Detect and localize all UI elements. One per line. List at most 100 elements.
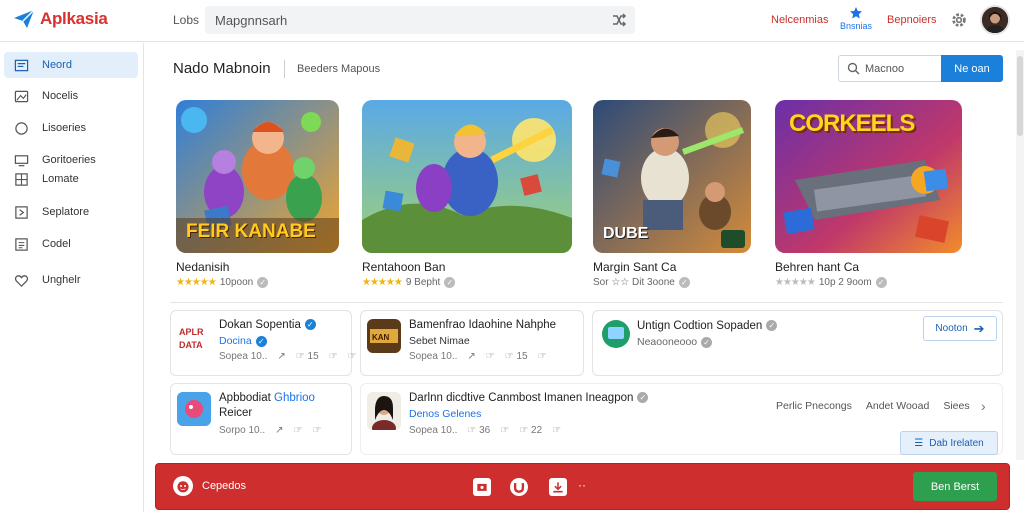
verified-icon: ✓ xyxy=(875,277,887,288)
heart-icon xyxy=(14,274,28,287)
sidebar-item-help[interactable]: Unghelr xyxy=(4,267,138,293)
app-icon: APLR DATA xyxy=(177,321,211,355)
shuffle-icon[interactable] xyxy=(611,12,627,28)
search-input[interactable]: Mapgnnsarh xyxy=(215,13,287,28)
section-divider xyxy=(170,302,1003,303)
card-thumbnail[interactable] xyxy=(362,100,572,253)
media-icon xyxy=(477,483,487,491)
verified-icon: ✓ xyxy=(444,277,456,288)
svg-text:KAN: KAN xyxy=(372,333,390,342)
related-link[interactable]: Siees xyxy=(943,400,969,412)
featured-card[interactable]: FEIR KANABE Nedanisih ★★★★★ 10poon ✓ xyxy=(176,100,339,288)
stat-downloads: Sopea 10.. xyxy=(219,351,268,362)
list-item[interactable]: APLR DATA Dokan Sopentia ✓ Docina ✓ Sopea 1… xyxy=(170,310,357,376)
stat-likes: ☞ xyxy=(293,425,303,436)
sidebar-item-libraries[interactable]: Lisoeries xyxy=(4,115,138,141)
card-thumbnail[interactable]: DUBE xyxy=(593,100,751,253)
nav-link-notifications[interactable]: Nelcenmias xyxy=(771,14,828,26)
stat-downloads: Sopea 10.. xyxy=(409,425,458,436)
rating-stars: ★★★★★ xyxy=(176,277,217,288)
stat-likes: ☞ 15 xyxy=(504,351,528,362)
avatar[interactable] xyxy=(980,5,1010,35)
follow-button[interactable]: Nooton ➔ xyxy=(923,316,997,341)
search-bar[interactable]: Mapgnnsarh xyxy=(205,6,635,34)
bottom-bar-label: Cepedos xyxy=(202,480,247,492)
sidebar-item-label: Nocelis xyxy=(42,90,79,102)
stat-share: ☞ xyxy=(500,425,510,436)
label-button[interactable]: ☰ Dab Irelaten xyxy=(900,431,998,455)
photo-icon xyxy=(14,90,28,102)
title-divider xyxy=(284,60,285,78)
chevron-right-icon[interactable]: › xyxy=(981,398,986,414)
verified-icon: ✓ xyxy=(678,277,690,288)
sidebar-item-separators[interactable]: Seplatore xyxy=(4,199,138,225)
star-icon xyxy=(850,7,862,19)
game-thumbnail-icon: KAN xyxy=(367,319,401,353)
stat-a: ☞ xyxy=(328,351,338,362)
more-dots-icon[interactable]: ·· xyxy=(578,478,586,492)
download-control-button[interactable] xyxy=(549,478,567,496)
filter-placeholder: Macnoo xyxy=(865,63,905,75)
related-link[interactable]: Perlic Pnecongs xyxy=(776,400,852,412)
share-icon xyxy=(14,205,28,219)
card-meta: 10poon xyxy=(219,277,254,288)
featured-card[interactable]: DUBE Margin Sant Ca Sor ☆☆ Dit 3oone ✓ xyxy=(593,100,751,288)
alien-face-icon xyxy=(177,481,189,493)
filter-button[interactable]: Ne oan xyxy=(941,55,1003,82)
sidebar-item-label: Lisoeries xyxy=(42,122,87,134)
document-icon xyxy=(14,237,28,251)
sidebar-item-local[interactable]: Lomate xyxy=(4,166,138,192)
sidebar-item-label: Neord xyxy=(42,59,72,71)
play-control-button[interactable] xyxy=(473,478,491,496)
reaction-control-button[interactable] xyxy=(510,478,528,496)
reddit-icon[interactable] xyxy=(173,476,193,496)
nav-link-reports[interactable]: Bepnoiers xyxy=(887,14,937,26)
sidebar-item-code[interactable]: Codel xyxy=(4,231,138,257)
stat-share: ↗ xyxy=(275,425,284,436)
related-links: Perlic Pnecongs Andet Wooad Siees xyxy=(776,400,970,412)
card-title: Rentahoon Ban xyxy=(362,260,446,274)
stat-more: ☞ xyxy=(552,425,562,436)
scrollbar-thumb[interactable] xyxy=(1017,56,1023,136)
sidebar-item-models[interactable]: Nocelis xyxy=(4,83,138,109)
filter-input[interactable]: Macnoo xyxy=(838,55,942,82)
list-item[interactable]: KAN Bamenfrao Idaohine Nahphe Sebet Nima… xyxy=(360,310,584,376)
featured-card[interactable]: CORKEELS Behren hant Ca ★★★★★ 10p 2 9oom ✓ xyxy=(775,100,962,288)
card-art-title: CORKEELS xyxy=(789,110,915,137)
sidebar-item-label: Lomate xyxy=(42,173,79,185)
verified-icon: ✓ xyxy=(304,319,316,331)
primary-cta-button[interactable]: Ben Berst xyxy=(913,472,997,501)
magnet-icon xyxy=(513,483,525,493)
sidebar-item-label: Seplatore xyxy=(42,206,90,218)
page-subtitle-links[interactable]: Beeders Mapous xyxy=(297,63,380,75)
card-thumbnail[interactable]: FEIR KANABE xyxy=(176,100,339,253)
rating-stars: ★★★★★ xyxy=(775,277,816,288)
arrow-right-icon: ➔ xyxy=(973,320,985,336)
verified-icon: ✓ xyxy=(766,320,778,332)
item-title: Bamenfrao Idaohine Nahphe xyxy=(409,319,557,331)
page-title: Nado Mabnoin xyxy=(173,60,271,77)
verified-icon: ✓ xyxy=(255,335,267,347)
card-art-title: FEIR KANABE xyxy=(186,221,316,242)
svg-text:DATA: DATA xyxy=(179,340,203,350)
item-subtitle[interactable]: Denos Gelenes xyxy=(409,408,481,420)
list-item[interactable]: Apbbodiat Ghbrioo Reicer Sorpo 10.. ↗ ☞ … xyxy=(170,383,352,455)
featured-card[interactable]: Rentahoon Ban ★★★★★ 9 Bepht ✓ xyxy=(362,100,572,288)
item-stats: Sopea 10.. ↗ ☞ ☞ 15 ☞ xyxy=(409,351,547,362)
sidebar-item-home[interactable]: Neord xyxy=(4,52,138,78)
logo[interactable]: Aplkasia xyxy=(12,7,108,31)
stat-downloads: Sorpo 10.. xyxy=(219,425,266,436)
item-tag-link[interactable]: Ghbrioo xyxy=(274,392,315,404)
header-label[interactable]: Lobs xyxy=(173,13,199,27)
related-link[interactable]: Andet Wooad xyxy=(866,400,929,412)
gear-icon[interactable] xyxy=(950,11,968,29)
nav-favorites[interactable]: Bnsnias xyxy=(838,6,874,31)
card-meta: 10p 2 9oom xyxy=(818,277,872,288)
item-stats: Sorpo 10.. ↗ ☞ ☞ xyxy=(219,425,321,436)
card-thumbnail[interactable]: CORKEELS xyxy=(775,100,962,253)
stat-a: ☞ xyxy=(312,425,322,436)
item-title: Apbbodiat Ghbrioo xyxy=(219,392,315,404)
item-subtitle: Docina ✓ xyxy=(219,335,267,347)
card-meta: Sor ☆☆ Dit 3oone xyxy=(593,277,675,288)
user-photo-icon xyxy=(982,7,1008,33)
